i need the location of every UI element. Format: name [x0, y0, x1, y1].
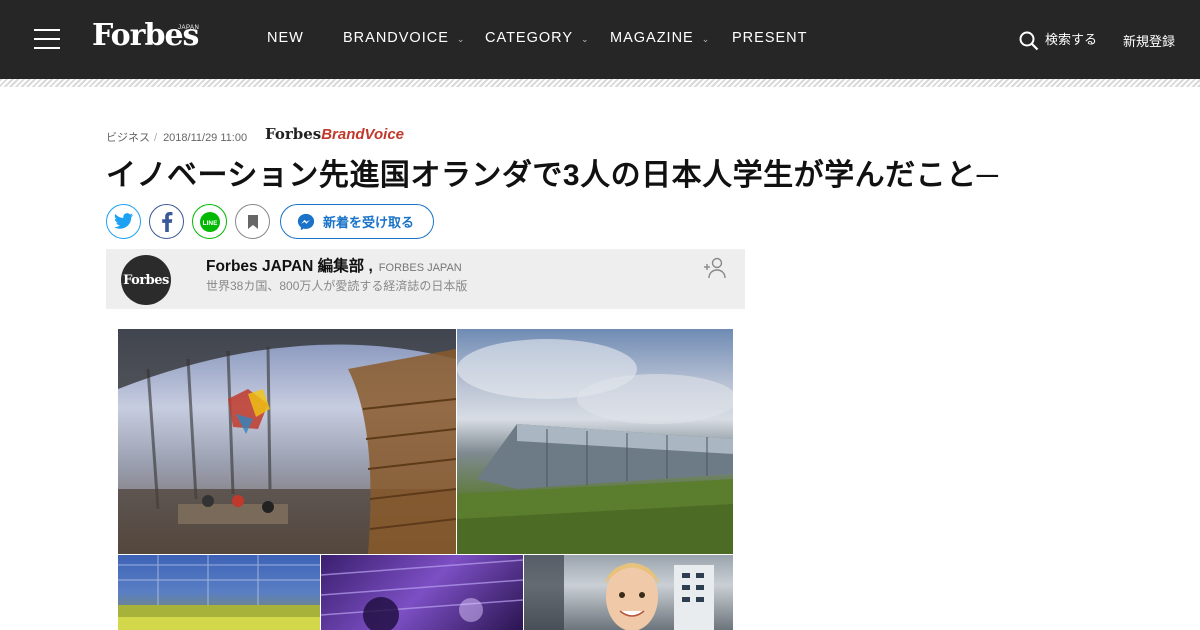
nav-label: BRANDVOICE	[343, 30, 449, 46]
line-share-button[interactable]: LINE	[192, 204, 227, 239]
author-name[interactable]: Forbes JAPAN 編集部 ,	[206, 258, 373, 275]
article-meta: ビジネス / 2018/11/29 11:00	[106, 129, 247, 145]
separator: /	[154, 132, 158, 144]
author-name-line: Forbes JAPAN 編集部 , FORBES JAPAN	[206, 254, 462, 276]
hero-photo-greenhouse	[118, 555, 320, 630]
chevron-down-icon: ⌄	[456, 34, 466, 44]
author-org: FORBES JAPAN	[378, 262, 462, 274]
search-button[interactable]: 検索する	[1019, 29, 1097, 51]
brandvoice-logo[interactable]: ForbesBrandVoice	[265, 125, 404, 143]
twitter-icon	[113, 213, 133, 229]
logo-subtitle: JAPAN	[178, 25, 200, 31]
forbes-logo[interactable]: Forbes	[92, 18, 199, 53]
hero-photo-interior	[118, 329, 456, 554]
avatar-text: Forbes	[123, 272, 169, 288]
header-divider	[0, 79, 1200, 87]
nav-item-magazine[interactable]: MAGAZINE ⌄	[610, 30, 710, 46]
add-user-icon	[704, 257, 726, 279]
top-navigation-bar: Forbes JAPAN NEW BRANDVOICE ⌄ CATEGORY ⌄ M…	[0, 0, 1200, 79]
nav-label: MAGAZINE	[610, 30, 694, 46]
nav-item-new[interactable]: NEW	[267, 30, 304, 46]
menu-icon[interactable]	[34, 29, 60, 49]
nav-label: NEW	[267, 30, 304, 46]
nav-item-present[interactable]: PRESENT	[732, 30, 808, 46]
nav-item-brandvoice[interactable]: BRANDVOICE ⌄	[343, 30, 465, 46]
facebook-icon	[161, 211, 172, 232]
subscribe-label: 新着を受け取る	[323, 215, 415, 230]
article-title: イノベーション先進国オランダで3人の日本人学生が学んだこと─	[106, 159, 999, 192]
bookmark-icon	[247, 214, 258, 229]
subscribe-button[interactable]: 新着を受け取る	[280, 204, 434, 239]
hero-photo-student	[524, 555, 733, 630]
author-box: Forbes Forbes JAPAN 編集部 , FORBES JAPAN 世界…	[106, 249, 745, 309]
author-description: 世界38カ国、800万人が愛読する経済誌の日本版	[206, 279, 468, 293]
publish-datetime: 2018/11/29 11:00	[163, 132, 248, 144]
nav-label: CATEGORY	[485, 30, 574, 46]
search-icon	[1019, 31, 1039, 50]
article-hero-image	[118, 329, 733, 630]
category-link[interactable]: ビジネス	[106, 132, 150, 144]
messenger-icon	[297, 213, 315, 230]
line-icon: LINE	[199, 211, 220, 232]
hero-photo-building	[457, 329, 733, 554]
search-label: 検索する	[1045, 32, 1098, 47]
follow-author-button[interactable]	[703, 256, 727, 285]
nav-label: PRESENT	[732, 30, 808, 46]
brandvoice-logo-brand: BrandVoice	[321, 126, 405, 143]
facebook-share-button[interactable]	[149, 204, 184, 239]
register-link[interactable]: 新規登録	[1123, 31, 1175, 50]
bookmark-button[interactable]	[235, 204, 270, 239]
svg-text:LINE: LINE	[202, 220, 217, 227]
brandvoice-logo-forbes: Forbes	[265, 125, 322, 143]
chevron-down-icon: ⌄	[701, 34, 711, 44]
hero-photo-purple-lab	[321, 555, 523, 630]
chevron-down-icon: ⌄	[581, 34, 590, 44]
nav-item-category[interactable]: CATEGORY ⌄	[485, 30, 590, 46]
twitter-share-button[interactable]	[106, 204, 141, 239]
author-avatar[interactable]: Forbes	[121, 255, 171, 305]
